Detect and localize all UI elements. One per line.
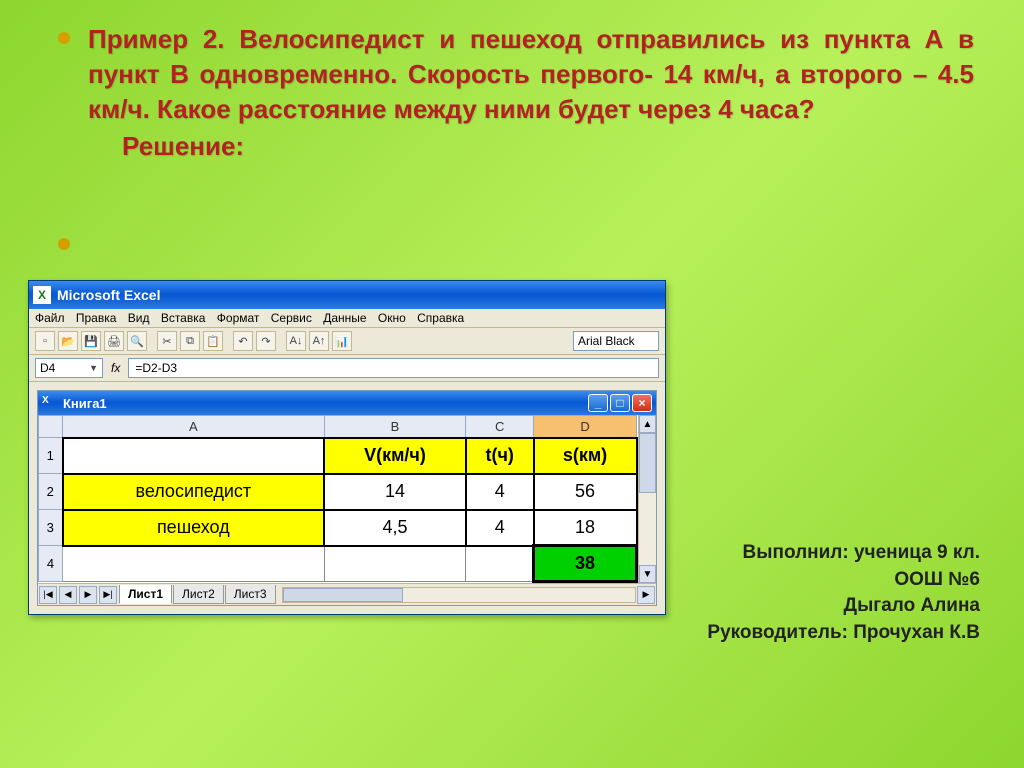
app-titlebar[interactable]: X Microsoft Excel bbox=[29, 281, 665, 309]
name-box[interactable]: D4 ▼ bbox=[35, 358, 103, 378]
col-header-B[interactable]: B bbox=[324, 416, 466, 438]
row-header[interactable]: 2 bbox=[39, 474, 63, 510]
font-selector[interactable]: Arial Black bbox=[573, 331, 659, 351]
new-icon[interactable]: ▫ bbox=[35, 331, 55, 351]
sort-desc-icon[interactable]: A↑ bbox=[309, 331, 329, 351]
vertical-scrollbar[interactable]: ▲ ▼ bbox=[638, 415, 656, 583]
credits-line: Руководитель: Прочухан К.В bbox=[660, 620, 980, 647]
cell[interactable]: s(км) bbox=[534, 438, 637, 474]
workbook-title: Книга1 bbox=[63, 396, 107, 411]
undo-icon[interactable]: ↶ bbox=[233, 331, 253, 351]
formula-input[interactable]: =D2-D3 bbox=[128, 358, 659, 378]
scroll-thumb[interactable] bbox=[283, 588, 403, 602]
credits-line: ООШ №6 bbox=[660, 567, 980, 594]
solution-label: Решение: bbox=[122, 131, 974, 162]
col-header-C[interactable]: C bbox=[466, 416, 534, 438]
credits-line: Дыгало Алина bbox=[660, 593, 980, 620]
menu-insert[interactable]: Вставка bbox=[161, 311, 206, 325]
cell[interactable]: 4 bbox=[466, 510, 534, 546]
cut-icon[interactable]: ✂ bbox=[157, 331, 177, 351]
menu-file[interactable]: Файл bbox=[35, 311, 65, 325]
print-icon[interactable]: 🖨 bbox=[104, 331, 124, 351]
horizontal-scrollbar[interactable] bbox=[282, 587, 636, 603]
close-button[interactable]: × bbox=[632, 394, 652, 412]
cell[interactable]: 4 bbox=[466, 474, 534, 510]
preview-icon[interactable]: 🔍 bbox=[127, 331, 147, 351]
excel-window: X Microsoft Excel Файл Правка Вид Вставк… bbox=[28, 280, 666, 615]
cell-result[interactable]: 38 bbox=[534, 546, 637, 582]
workbook-titlebar[interactable]: X Книга1 _ □ × bbox=[38, 391, 656, 415]
cell[interactable] bbox=[63, 438, 325, 474]
cell[interactable]: 14 bbox=[324, 474, 466, 510]
menu-view[interactable]: Вид bbox=[128, 311, 150, 325]
scroll-down-icon[interactable]: ▼ bbox=[639, 565, 656, 583]
tab-nav-prev-icon[interactable]: ◀ bbox=[59, 586, 77, 604]
excel-icon: X bbox=[42, 395, 58, 411]
menu-window[interactable]: Окно bbox=[378, 311, 406, 325]
sort-asc-icon[interactable]: A↓ bbox=[286, 331, 306, 351]
workbook-window: X Книга1 _ □ × A B C D bbox=[37, 390, 657, 606]
fx-label[interactable]: fx bbox=[111, 361, 120, 375]
scroll-thumb[interactable] bbox=[639, 433, 656, 493]
menu-bar: Файл Правка Вид Вставка Формат Сервис Да… bbox=[29, 309, 665, 328]
row-header[interactable]: 4 bbox=[39, 546, 63, 582]
cell[interactable]: 18 bbox=[534, 510, 637, 546]
scroll-right-icon[interactable]: ▶ bbox=[637, 586, 655, 604]
cell[interactable] bbox=[63, 546, 325, 582]
bullet-dot bbox=[58, 32, 70, 44]
cell[interactable]: 56 bbox=[534, 474, 637, 510]
tab-nav-first-icon[interactable]: |◀ bbox=[39, 586, 57, 604]
open-icon[interactable]: 📂 bbox=[58, 331, 78, 351]
sheet-tab[interactable]: Лист3 bbox=[225, 585, 276, 604]
menu-edit[interactable]: Правка bbox=[76, 311, 117, 325]
chart-icon[interactable]: 📊 bbox=[332, 331, 352, 351]
excel-icon: X bbox=[33, 286, 51, 304]
select-all-corner[interactable] bbox=[39, 416, 63, 438]
col-header-D[interactable]: D bbox=[534, 416, 637, 438]
cell[interactable]: V(км/ч) bbox=[324, 438, 466, 474]
cell[interactable]: 4,5 bbox=[324, 510, 466, 546]
copy-icon[interactable]: ⧉ bbox=[180, 331, 200, 351]
sheet-tab[interactable]: Лист1 bbox=[119, 585, 172, 604]
bullet-dot bbox=[58, 238, 70, 250]
formula-bar: D4 ▼ fx =D2-D3 bbox=[29, 355, 665, 382]
cell[interactable]: t(ч) bbox=[466, 438, 534, 474]
col-header-A[interactable]: A bbox=[63, 416, 325, 438]
menu-data[interactable]: Данные bbox=[323, 311, 366, 325]
menu-help[interactable]: Справка bbox=[417, 311, 464, 325]
cell[interactable]: пешеход bbox=[63, 510, 325, 546]
tab-nav-next-icon[interactable]: ▶ bbox=[79, 586, 97, 604]
tab-nav-last-icon[interactable]: ▶| bbox=[99, 586, 117, 604]
cell[interactable] bbox=[324, 546, 466, 582]
minimize-button[interactable]: _ bbox=[588, 394, 608, 412]
credits-block: Выполнил: ученица 9 кл. ООШ №6 Дыгало Ал… bbox=[660, 540, 980, 646]
credits-line: Выполнил: ученица 9 кл. bbox=[660, 540, 980, 567]
sheet-tab[interactable]: Лист2 bbox=[173, 585, 224, 604]
row-header[interactable]: 3 bbox=[39, 510, 63, 546]
paste-icon[interactable]: 📋 bbox=[203, 331, 223, 351]
cell[interactable]: велосипедист bbox=[63, 474, 325, 510]
menu-tools[interactable]: Сервис bbox=[271, 311, 312, 325]
spreadsheet-grid[interactable]: A B C D 1 V(км/ч) t(ч) s(км) 2 вело bbox=[38, 415, 638, 583]
save-icon[interactable]: 💾 bbox=[81, 331, 101, 351]
row-header[interactable]: 1 bbox=[39, 438, 63, 474]
maximize-button[interactable]: □ bbox=[610, 394, 630, 412]
chevron-down-icon[interactable]: ▼ bbox=[89, 363, 98, 373]
cell[interactable] bbox=[466, 546, 534, 582]
menu-format[interactable]: Формат bbox=[217, 311, 260, 325]
app-title: Microsoft Excel bbox=[57, 287, 160, 303]
toolbar: ▫ 📂 💾 🖨 🔍 ✂ ⧉ 📋 ↶ ↷ A↓ A↑ 📊 Arial Black bbox=[29, 328, 665, 355]
sheet-tabstrip: |◀ ◀ ▶ ▶| Лист1 Лист2 Лист3 ▶ bbox=[38, 583, 656, 605]
redo-icon[interactable]: ↷ bbox=[256, 331, 276, 351]
scroll-up-icon[interactable]: ▲ bbox=[639, 415, 656, 433]
problem-text: Пример 2. Велосипедист и пешеход отправи… bbox=[88, 22, 974, 127]
